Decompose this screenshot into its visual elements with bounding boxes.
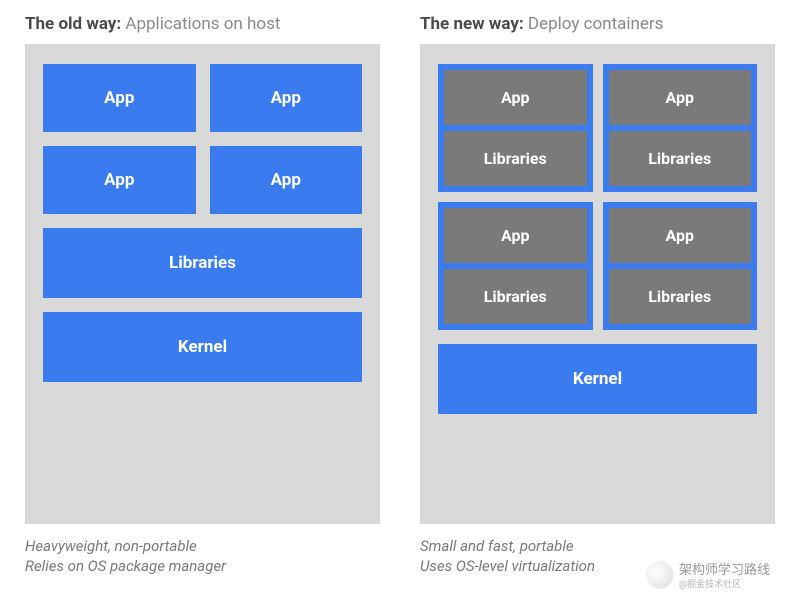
old-app-box: App xyxy=(210,146,363,214)
old-way-title-rest: Applications on host xyxy=(121,14,280,34)
new-way-title: The new way: Deploy containers xyxy=(420,14,775,34)
old-libraries-box: Libraries xyxy=(43,228,362,298)
old-way-footer: Heavyweight, non-portable Relies on OS p… xyxy=(25,536,380,577)
pod-app-box: App xyxy=(609,208,752,263)
new-way-footer: Small and fast, portable Uses OS-level v… xyxy=(420,536,775,577)
old-footer-line1: Heavyweight, non-portable xyxy=(25,536,380,556)
watermark-sub: @掘金技术社区 xyxy=(679,577,770,590)
new-way-panel: App Libraries App Libraries App Librarie… xyxy=(420,44,775,524)
pod-app-box: App xyxy=(444,70,587,125)
new-way-title-rest: Deploy containers xyxy=(524,14,664,34)
container-pod: App Libraries xyxy=(438,202,593,330)
old-way-title: The old way: Applications on host xyxy=(25,14,380,34)
pod-row-2: App Libraries App Libraries xyxy=(438,202,757,330)
container-pod: App Libraries xyxy=(603,202,758,330)
old-way-panel: App App App App Libraries Kernel xyxy=(25,44,380,524)
diagram-container: The old way: Applications on host App Ap… xyxy=(0,0,800,577)
old-app-box: App xyxy=(43,64,196,132)
old-footer-line2: Relies on OS package manager xyxy=(25,556,380,576)
container-pod: App Libraries xyxy=(603,64,758,192)
old-app-box: App xyxy=(210,64,363,132)
old-app-row-2: App App xyxy=(43,146,362,214)
pod-row-1: App Libraries App Libraries xyxy=(438,64,757,192)
old-app-box: App xyxy=(43,146,196,214)
pod-app-box: App xyxy=(444,208,587,263)
new-footer-line2: Uses OS-level virtualization xyxy=(420,556,775,576)
new-kernel-box: Kernel xyxy=(438,344,757,414)
pod-app-box: App xyxy=(609,70,752,125)
pod-lib-box: Libraries xyxy=(444,269,587,324)
new-way-title-bold: The new way: xyxy=(420,14,524,34)
new-footer-line1: Small and fast, portable xyxy=(420,536,775,556)
pod-section: App Libraries App Libraries App Librarie… xyxy=(438,64,757,330)
pod-lib-box: Libraries xyxy=(609,131,752,186)
container-pod: App Libraries xyxy=(438,64,593,192)
pod-lib-box: Libraries xyxy=(609,269,752,324)
old-kernel-box: Kernel xyxy=(43,312,362,382)
old-app-row-1: App App xyxy=(43,64,362,132)
old-way-title-bold: The old way: xyxy=(25,14,121,34)
new-way-column: The new way: Deploy containers App Libra… xyxy=(420,14,775,577)
old-way-column: The old way: Applications on host App Ap… xyxy=(25,14,380,577)
pod-lib-box: Libraries xyxy=(444,131,587,186)
